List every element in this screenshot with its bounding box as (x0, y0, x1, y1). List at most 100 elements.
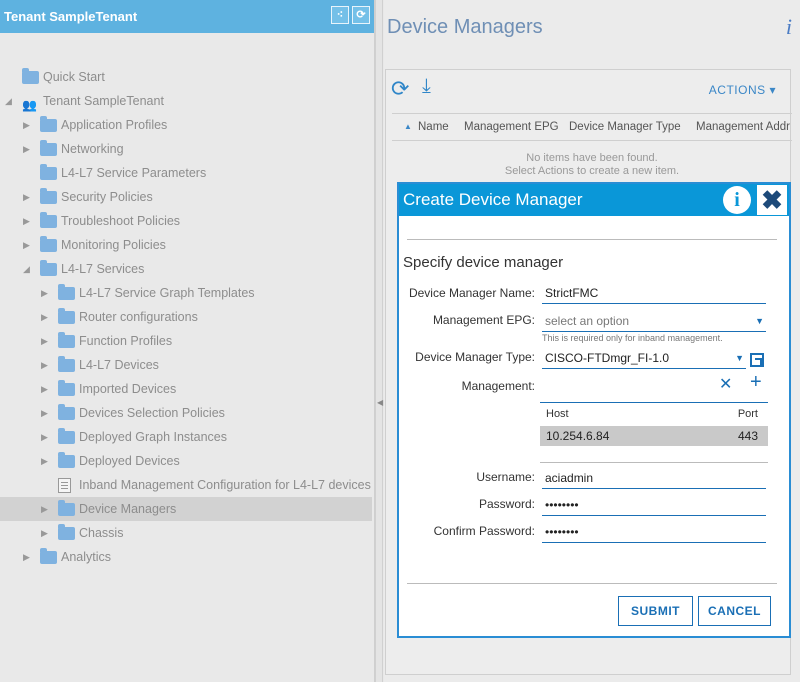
collapsed-arrow-icon[interactable]: ▶ (41, 449, 51, 473)
tree-item[interactable]: ▶ Security Policies (0, 185, 372, 209)
folder-icon (58, 404, 75, 420)
tree-item[interactable]: ▶ Function Profiles (0, 329, 372, 353)
empty-hint: Select Actions to create a new item. (504, 165, 680, 177)
collapsed-arrow-icon[interactable]: ▶ (23, 209, 33, 233)
open-external-icon[interactable] (750, 353, 764, 367)
topology-icon[interactable]: ⁖ (331, 6, 349, 24)
management-epg-label: Management EPG: (432, 313, 535, 327)
tree-item-label: L4-L7 Devices (79, 358, 159, 372)
folder-icon (40, 140, 57, 156)
panel-splitter[interactable]: ◀ (375, 0, 383, 682)
confirm-password-label: Confirm Password: (433, 524, 535, 538)
submit-button[interactable]: SUBMIT (618, 596, 693, 626)
tree-item[interactable]: Quick Start (0, 65, 372, 89)
folder-icon (58, 284, 75, 300)
tree-item[interactable]: ▶ Application Profiles (0, 113, 372, 137)
refresh-icon[interactable]: ⟳ (391, 76, 409, 102)
tree-item[interactable]: ▶ Monitoring Policies (0, 233, 372, 257)
tree-item-label: Troubleshoot Policies (61, 214, 181, 228)
tree-item[interactable]: ▶ Troubleshoot Policies (0, 209, 372, 233)
password-input[interactable]: •••••••• (542, 494, 766, 516)
divider (407, 239, 777, 240)
folder-icon (40, 116, 57, 132)
collapsed-arrow-icon[interactable]: ▶ (23, 185, 33, 209)
tree-item[interactable]: ▶ L4-L7 Devices (0, 353, 372, 377)
chevron-down-icon[interactable]: ▼ (735, 347, 744, 369)
tree-item-label: Function Profiles (79, 334, 173, 348)
collapsed-arrow-icon[interactable]: ▶ (41, 281, 51, 305)
tree-item[interactable]: ▶ Deployed Graph Instances (0, 425, 372, 449)
tree-item-label: Inband Management Configuration for L4-L… (79, 478, 371, 492)
close-icon[interactable]: ✖ (757, 185, 787, 215)
tree-item-label: L4-L7 Service Graph Templates (79, 286, 255, 300)
collapsed-arrow-icon[interactable]: ▶ (23, 233, 33, 257)
info-icon[interactable]: i (786, 14, 792, 40)
tree-item[interactable]: ◢ L4-L7 Services (0, 257, 372, 281)
dialog-title: Create Device Manager (403, 190, 583, 209)
management-table-header: Host Port (540, 404, 768, 426)
device-manager-name-label: Device Manager Name: (408, 286, 535, 300)
column-header-device-manager-type[interactable]: Device Manager Type (569, 114, 681, 140)
sort-asc-icon[interactable]: ▲ (404, 114, 412, 140)
collapsed-arrow-icon[interactable]: ▶ (41, 521, 51, 545)
chevron-down-icon[interactable]: ▼ (755, 310, 764, 332)
collapsed-arrow-icon[interactable]: ▶ (23, 113, 33, 137)
divider (540, 402, 768, 403)
tree-item-label: Deployed Graph Instances (79, 430, 228, 444)
host-column-header: Host (546, 408, 569, 420)
dialog-info-icon[interactable]: i (723, 186, 751, 214)
expanded-arrow-icon[interactable]: ◢ (5, 89, 15, 113)
cancel-button[interactable]: CANCEL (698, 596, 771, 626)
collapsed-arrow-icon[interactable]: ▶ (41, 401, 51, 425)
collapsed-arrow-icon[interactable]: ▶ (23, 137, 33, 161)
column-header-management-epg[interactable]: Management EPG (464, 114, 559, 140)
management-epg-placeholder: select an option (545, 314, 630, 328)
confirm-password-input[interactable]: •••••••• (542, 521, 766, 543)
folder-icon (40, 260, 57, 276)
empty-message: No items have been found. (526, 152, 658, 164)
collapsed-arrow-icon[interactable]: ▶ (23, 545, 33, 569)
tree-item-label: Devices Selection Policies (79, 406, 225, 420)
tree-item[interactable]: ▶ Imported Devices (0, 377, 372, 401)
tree-item[interactable]: L4-L7 Service Parameters (0, 161, 372, 185)
tree-item[interactable]: ▶ Analytics (0, 545, 372, 569)
actions-menu[interactable]: ACTIONS ▾ (709, 83, 776, 97)
port-column-header: Port (737, 408, 758, 420)
tree-item-label: Tenant SampleTenant (43, 94, 164, 108)
tree-item[interactable]: ◢ 👥 Tenant SampleTenant (0, 89, 372, 113)
collapsed-arrow-icon[interactable]: ▶ (41, 377, 51, 401)
folder-icon (58, 308, 75, 324)
management-epg-select[interactable]: select an option ▼ (542, 310, 766, 332)
folder-icon (22, 68, 39, 84)
tree-item-label: Analytics (61, 550, 112, 564)
collapsed-arrow-icon[interactable]: ▶ (41, 329, 51, 353)
collapsed-arrow-icon[interactable]: ▶ (41, 497, 51, 521)
tree-item[interactable]: ▶ Chassis (0, 521, 372, 545)
collapse-arrow-icon[interactable]: ◀ (377, 398, 383, 407)
tree-item[interactable]: ▶ Devices Selection Policies (0, 401, 372, 425)
collapsed-arrow-icon[interactable]: ▶ (41, 425, 51, 449)
tree-item[interactable]: ▶ Deployed Devices (0, 449, 372, 473)
tree-item[interactable]: ▶ Networking (0, 137, 372, 161)
column-header-name[interactable]: Name (418, 114, 449, 140)
folder-icon (58, 428, 75, 444)
collapsed-arrow-icon[interactable]: ▶ (41, 353, 51, 377)
device-manager-name-input[interactable]: StrictFMC (542, 282, 766, 304)
refresh-tree-icon[interactable]: ⟳ (352, 6, 370, 24)
tree-item[interactable]: ▶ Device Managers (0, 497, 372, 521)
column-header-management-address[interactable]: Management Addr (696, 114, 790, 140)
collapsed-arrow-icon[interactable]: ▶ (41, 305, 51, 329)
expanded-arrow-icon[interactable]: ◢ (23, 257, 33, 281)
delete-icon[interactable]: ✕ (719, 374, 732, 394)
tree-item[interactable]: ▶ Router configurations (0, 305, 372, 329)
device-manager-type-select[interactable]: CISCO-FTDmgr_FI-1.0 ▼ (542, 347, 746, 369)
username-input[interactable]: aciadmin (542, 467, 766, 489)
download-icon[interactable]: ⤓ (422, 75, 431, 98)
add-icon[interactable]: + (750, 371, 762, 394)
tree-item-label: L4-L7 Service Parameters (61, 166, 207, 180)
tree-item-label: Imported Devices (79, 382, 177, 396)
tree-item[interactable]: Inband Management Configuration for L4-L… (0, 473, 372, 497)
folder-icon (58, 452, 75, 468)
table-row[interactable]: 10.254.6.84 443 (540, 426, 768, 446)
tree-item[interactable]: ▶ L4-L7 Service Graph Templates (0, 281, 372, 305)
